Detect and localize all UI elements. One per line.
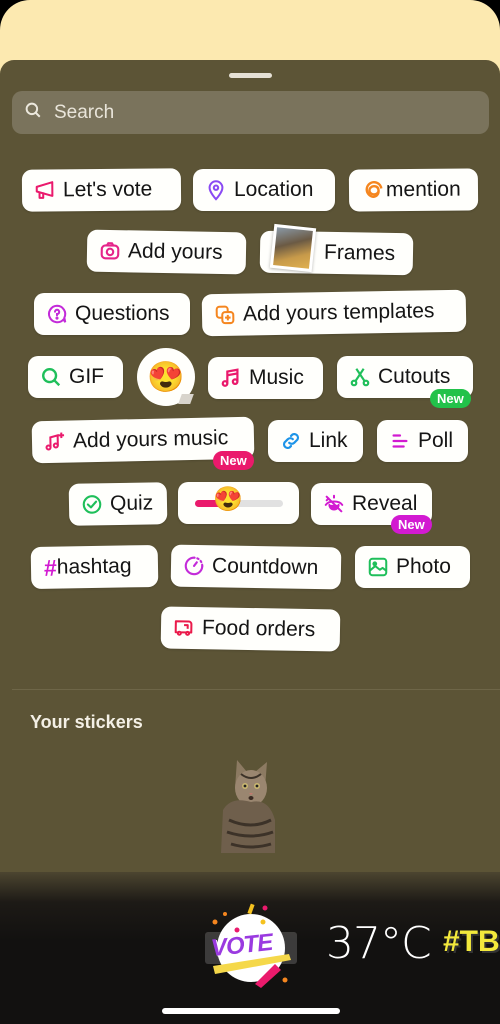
sticker-label: Music [249,366,304,389]
sticker-quiz[interactable]: Quiz [68,482,168,526]
sticker-poll[interactable]: Poll [377,420,468,462]
sticker-label: Reveal [352,492,418,515]
check-circle-icon [81,493,103,515]
sticker-label: Photo [396,555,451,578]
sticker-label: Questions [75,302,170,325]
question-bubble-icon [46,303,68,325]
camera-icon [99,240,121,262]
your-stickers-heading: Your stickers [30,712,143,732]
sticker-hashtag[interactable]: # hashtag [30,544,159,590]
new-badge-cutouts: New [430,389,471,408]
sticker-label: Location [234,178,314,201]
vote-sticker[interactable]: VOTE [205,902,297,994]
templates-add-icon [214,304,236,326]
music-note-icon [220,367,242,389]
sticker-lets-vote[interactable]: Let's vote [21,168,182,212]
hashtag-text-sticker[interactable]: #TB [443,925,500,959]
sticker-label: Frames [323,240,396,266]
sticker-label: Add yours music [72,426,229,453]
music-add-icon [44,431,66,453]
sticker-photo[interactable]: Photo [355,546,470,588]
sticker-link[interactable]: Link [268,420,363,462]
sticker-gif[interactable]: GIF [28,356,123,398]
sticker-label: mention [385,177,461,202]
sticker-label: Add yours templates [242,299,435,326]
countdown-timer-icon [183,555,205,577]
sticker-emoji-slider[interactable]: 😍 [178,482,299,524]
new-badge-reveal: New [391,515,432,534]
new-badge-add-yours-music: New [213,451,254,470]
cat-cutout-sticker[interactable] [221,760,279,853]
sticker-label: Let's vote [62,177,153,202]
photo-icon [367,556,389,578]
gif-search-icon [40,366,62,388]
threads-at-icon [363,179,385,201]
scissors-icon [349,366,371,388]
sticker-add-yours[interactable]: Add yours [86,229,247,275]
link-icon [280,430,302,452]
temperature-sticker[interactable]: 37°C [326,918,432,969]
sticker-location[interactable]: Location [193,169,335,211]
frames-photo-thumbnail [269,223,317,273]
sticker-questions[interactable]: Questions [34,293,190,335]
sticker-label: Add yours [127,239,223,264]
section-divider [12,689,500,690]
sticker-label: Poll [418,429,454,452]
poll-bars-icon [389,430,411,452]
slider-track[interactable]: 😍 [194,487,283,511]
slider-thumb-emoji[interactable]: 😍 [213,487,243,512]
sticker-label: GIF [69,365,104,388]
search-icon [24,101,42,124]
sticker-mention[interactable]: mention [348,168,479,212]
megaphone-icon [34,179,56,201]
heart-eyes-emoji: 😍 [147,360,185,394]
eye-off-icon [323,493,345,515]
sticker-label: Quiz [109,491,154,516]
delivery-truck-icon [173,617,195,639]
sticker-label: Countdown [211,554,319,580]
hashtag-icon: # [43,554,58,581]
sticker-food-orders[interactable]: Food orders [160,606,341,652]
sticker-countdown[interactable]: Countdown [170,544,342,590]
search-bar[interactable] [12,91,489,134]
location-pin-icon [205,179,227,201]
sticker-label: Link [309,429,348,452]
sticker-add-yours-templates[interactable]: Add yours templates [201,289,467,337]
sheet-drag-handle[interactable] [229,73,272,78]
sticker-label: Food orders [201,616,316,642]
sticker-music[interactable]: Music [208,357,323,399]
search-input[interactable] [54,101,454,124]
sticker-label: hashtag [56,554,132,579]
sticker-label: Cutouts [378,365,451,388]
home-indicator[interactable] [162,1008,340,1014]
